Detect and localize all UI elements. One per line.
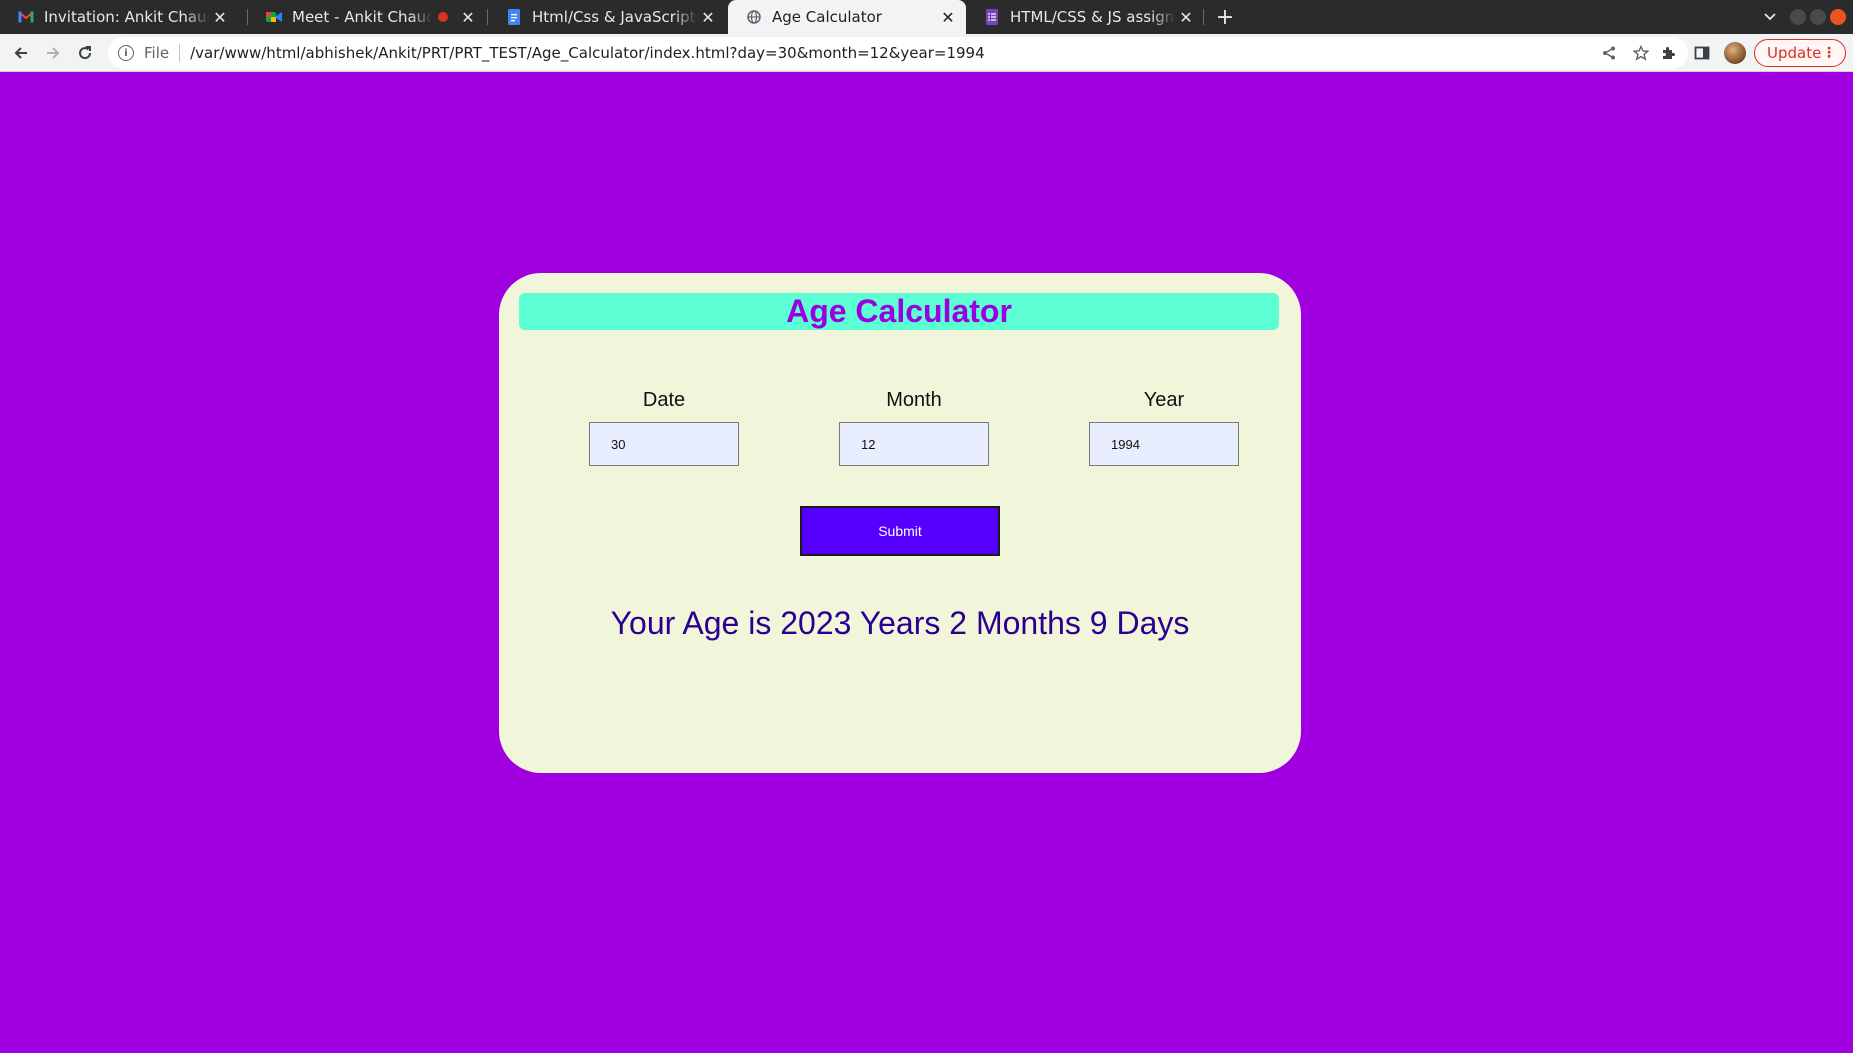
close-icon[interactable]: ✕: [458, 8, 478, 27]
month-label: Month: [886, 389, 942, 411]
url-text[interactable]: /var/www/html/abhishek/Ankit/PRT/PRT_TES…: [190, 44, 985, 62]
close-icon[interactable]: ✕: [1176, 8, 1196, 27]
window-close-button[interactable]: [1830, 9, 1846, 25]
share-icon[interactable]: [1596, 37, 1622, 69]
scheme-label: File: [144, 44, 170, 62]
year-input[interactable]: [1089, 422, 1239, 466]
page-title: Age Calculator: [519, 293, 1279, 330]
tab-title: HTML/CSS & JS assignment: [1010, 8, 1176, 26]
meet-icon: [266, 9, 282, 25]
forms-icon: [984, 9, 1000, 25]
browser-toolbar: i File /var/www/html/abhishek/Ankit/PRT/…: [0, 34, 1853, 72]
minimize-button[interactable]: [1790, 9, 1806, 25]
recording-icon: [438, 12, 448, 22]
tab-title: Invitation: Ankit Chaudhary: [44, 8, 210, 26]
year-label: Year: [1143, 389, 1185, 411]
tab-title: Html/Css & JavaScript - Assignment: [532, 8, 698, 26]
bookmark-star-icon[interactable]: [1628, 37, 1654, 69]
arrow-right-icon: [47, 47, 60, 59]
tab-docs[interactable]: Html/Css & JavaScript - Assignment ✕: [488, 0, 726, 34]
tab-divider: [1203, 9, 1204, 25]
close-icon[interactable]: ✕: [210, 8, 230, 27]
chevron-down-icon[interactable]: [1760, 0, 1780, 34]
globe-icon: [746, 9, 762, 25]
submit-button[interactable]: Submit: [800, 506, 1000, 556]
arrow-left-icon: [14, 47, 27, 59]
tab-age-calculator[interactable]: Age Calculator ✕: [728, 0, 966, 34]
tab-title: Age Calculator: [772, 8, 882, 26]
month-input[interactable]: [839, 422, 989, 466]
tab-invitation[interactable]: Invitation: Ankit Chaudhary ✕: [0, 0, 238, 34]
tab-meet[interactable]: Meet - Ankit Chaudhary ✕: [248, 0, 486, 34]
avatar[interactable]: [1724, 42, 1746, 64]
new-tab-button[interactable]: +: [1212, 0, 1238, 34]
extensions-icon[interactable]: [1654, 39, 1682, 67]
reload-button[interactable]: [71, 39, 99, 67]
date-input[interactable]: [589, 422, 739, 466]
close-icon[interactable]: ✕: [698, 8, 718, 27]
tab-forms[interactable]: HTML/CSS & JS assignment ✕: [966, 0, 1204, 34]
age-calculator-card: Age Calculator Date Month Year Submit Yo…: [499, 273, 1301, 773]
tab-title: Meet - Ankit Chaudhary: [292, 8, 432, 26]
update-button[interactable]: Update ⋮: [1754, 39, 1846, 67]
page-content: Age Calculator Date Month Year Submit Yo…: [0, 73, 1853, 1053]
reload-icon: [79, 46, 92, 60]
tab-strip: Invitation: Ankit Chaudhary ✕ Meet - Ank…: [0, 0, 1853, 34]
info-icon[interactable]: i: [118, 45, 134, 61]
more-vertical-icon: ⋮: [1822, 45, 1836, 61]
age-result: Your Age is 2023 Years 2 Months 9 Days: [610, 605, 1190, 641]
docs-icon: [506, 9, 522, 25]
forward-button[interactable]: [39, 39, 67, 67]
divider: [179, 44, 181, 62]
maximize-button[interactable]: [1810, 9, 1826, 25]
date-label: Date: [642, 389, 686, 411]
back-button[interactable]: [7, 39, 35, 67]
side-panel-icon[interactable]: [1688, 39, 1716, 67]
close-icon[interactable]: ✕: [938, 8, 958, 27]
address-bar[interactable]: i File /var/www/html/abhishek/Ankit/PRT/…: [108, 37, 1688, 69]
update-label: Update: [1767, 44, 1822, 62]
gmail-icon: [18, 9, 34, 25]
